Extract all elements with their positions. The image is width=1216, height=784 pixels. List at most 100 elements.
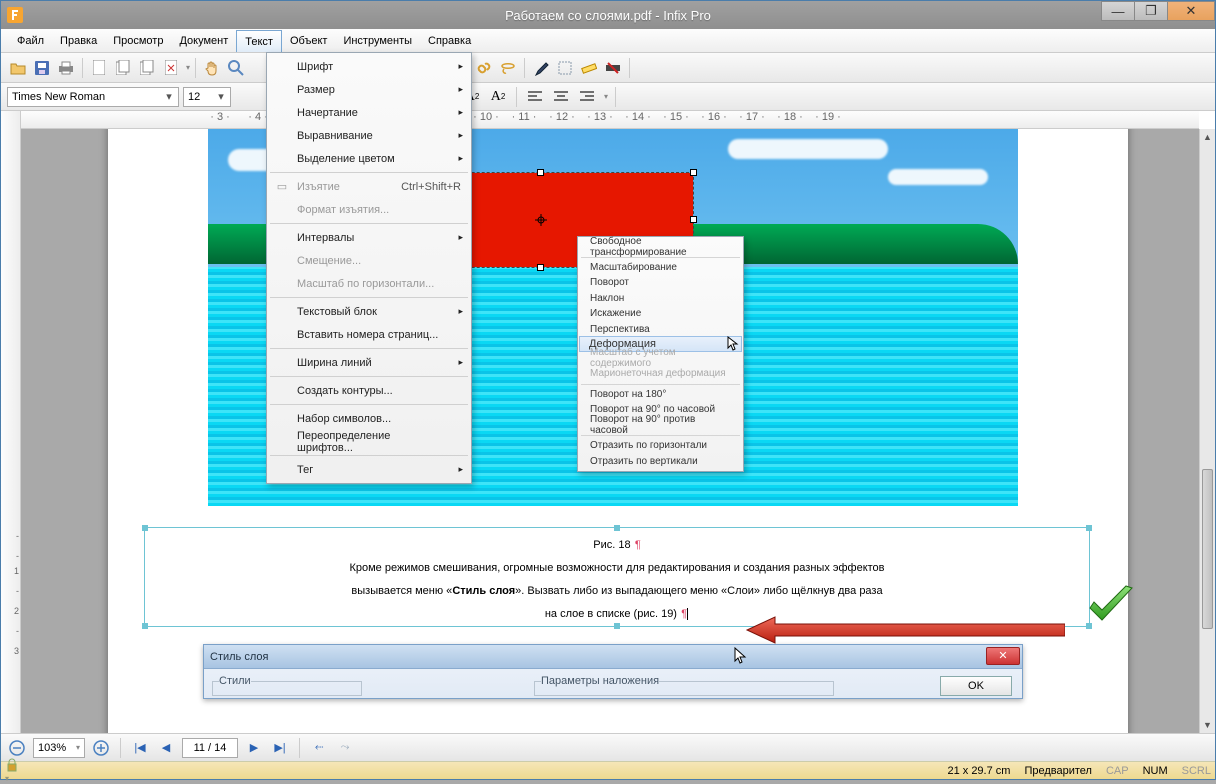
next-page-button[interactable]: ▶	[244, 738, 264, 758]
menu-spacing[interactable]: Интервалы▸	[269, 226, 469, 249]
menu-style[interactable]: Начертание▸	[269, 101, 469, 124]
chevron-down-icon: ▾	[214, 90, 228, 103]
transform-center-icon	[535, 214, 547, 226]
measure-icon[interactable]	[578, 57, 600, 79]
menu-document[interactable]: Документ	[171, 29, 236, 52]
menu-linewidth[interactable]: Ширина линий▸	[269, 351, 469, 374]
close-button[interactable]: ✕	[1167, 1, 1215, 21]
cursor-icon	[727, 336, 739, 352]
ctx-rot90ccw[interactable]: Поворот на 90° против часовой	[580, 418, 741, 434]
open-icon[interactable]	[7, 57, 29, 79]
copy-icon[interactable]	[112, 57, 134, 79]
paste-icon[interactable]	[160, 57, 182, 79]
font-size-combo[interactable]: 12 ▾	[183, 87, 231, 107]
ctx-content-scale: Масштаб с учетом содержимого	[580, 351, 741, 367]
menu-size[interactable]: Размер▸	[269, 78, 469, 101]
eyedropper-icon[interactable]	[530, 57, 552, 79]
scroll-thumb[interactable]	[1202, 469, 1213, 629]
menu-charset[interactable]: Набор символов...	[269, 407, 469, 430]
titlebar: Работаем со слоями.pdf - Infix Pro — ❐ ✕	[1, 1, 1215, 29]
menu-offset: Смещение...	[269, 249, 469, 272]
text-frame[interactable]: Рис. 18 ¶ Кроме режимов смешивания, огро…	[144, 527, 1090, 627]
chevron-down-icon: ▾	[162, 90, 176, 103]
font-size-value: 12	[188, 91, 200, 103]
cursor-icon	[734, 647, 748, 665]
link-tool-icon[interactable]	[473, 57, 495, 79]
menu-edit[interactable]: Правка	[52, 29, 105, 52]
ctx-rot180[interactable]: Поворот на 180°	[580, 387, 741, 403]
zoom-tool-icon[interactable]	[225, 57, 247, 79]
font-toolbar: Times New Roman ▾ 12 ▾ A2 A2 ▾	[1, 83, 1215, 111]
nav-back-button[interactable]: ⬸	[309, 738, 329, 758]
window-title: Работаем со слоями.pdf - Infix Pro	[505, 8, 711, 23]
align-left-icon[interactable]	[524, 86, 546, 108]
chevron-down-icon[interactable]: ▾	[604, 92, 608, 101]
align-right-icon[interactable]	[576, 86, 598, 108]
app-icon	[5, 5, 25, 25]
nav-forward-button[interactable]: ⤳	[335, 738, 355, 758]
page-dimensions: 21 x 29.7 cm	[947, 765, 1010, 777]
ctx-skew[interactable]: Наклон	[580, 291, 741, 307]
menu-highlight[interactable]: Выделение цветом▸	[269, 147, 469, 170]
newpage-icon[interactable]	[88, 57, 110, 79]
print-icon[interactable]	[55, 57, 77, 79]
menu-textblock[interactable]: Текстовый блок▸	[269, 300, 469, 323]
ctx-free-transform[interactable]: Свободное трансформирование	[580, 239, 741, 255]
subscript-icon[interactable]: A2	[487, 86, 509, 108]
menu-tools[interactable]: Инструменты	[335, 29, 420, 52]
ctx-fliph[interactable]: Отразить по горизонтали	[580, 438, 741, 454]
scroll-up-icon[interactable]: ▲	[1200, 129, 1215, 145]
first-page-button[interactable]: |◀	[130, 738, 150, 758]
prev-page-button[interactable]: ◀	[156, 738, 176, 758]
menu-pagenum[interactable]: Вставить номера страниц...	[269, 323, 469, 346]
menu-text[interactable]: Текст	[236, 30, 282, 52]
ctx-distort[interactable]: Искажение	[580, 306, 741, 322]
zoom-in-button[interactable]	[91, 738, 111, 758]
menu-view[interactable]: Просмотр	[105, 29, 171, 52]
menubar: Файл Правка Просмотр Документ Текст Объе…	[1, 29, 1215, 53]
menu-file[interactable]: Файл	[9, 29, 52, 52]
zoom-out-button[interactable]	[7, 738, 27, 758]
dialog-close-icon: ✕	[986, 647, 1020, 665]
page-number-field[interactable]: 11 / 14	[182, 738, 238, 758]
maximize-button[interactable]: ❐	[1134, 1, 1168, 21]
menu-help[interactable]: Справка	[420, 29, 479, 52]
menu-tag[interactable]: Тег▸	[269, 458, 469, 481]
font-family-combo[interactable]: Times New Roman ▾	[7, 87, 179, 107]
annotation-arrow	[745, 615, 1065, 645]
vertical-scrollbar[interactable]: ▲ ▼	[1199, 129, 1215, 733]
statusbar: 103%▾ |◀ ◀ 11 / 14 ▶ ▶| ⬸ ⤳	[1, 733, 1215, 761]
menu-outlines[interactable]: Создать контуры...	[269, 379, 469, 402]
status-scrl: SCRL	[1182, 765, 1211, 777]
redact-icon: ▭	[273, 180, 291, 193]
hand-tool-icon[interactable]	[201, 57, 223, 79]
align-center-icon[interactable]	[550, 86, 572, 108]
status-cap: CAP	[1106, 765, 1129, 777]
crop-tool-icon[interactable]	[554, 57, 576, 79]
status-num: NUM	[1143, 765, 1168, 777]
dropdown-arrow-icon[interactable]: ▾	[186, 63, 190, 72]
lasso-tool-icon[interactable]	[497, 57, 519, 79]
save-icon[interactable]	[31, 57, 53, 79]
ctx-puppet: Марионеточная деформация	[580, 366, 741, 382]
ctx-flipv[interactable]: Отразить по вертикали	[580, 454, 741, 470]
scroll-down-icon[interactable]: ▼	[1200, 717, 1215, 733]
main-toolbar: ▾	[1, 53, 1215, 83]
menu-object[interactable]: Объект	[282, 29, 335, 52]
ctx-perspective[interactable]: Перспектива	[580, 322, 741, 338]
redact-tool-icon[interactable]	[602, 57, 624, 79]
last-page-button[interactable]: ▶|	[270, 738, 290, 758]
text-menu-dropdown: Шрифт▸ Размер▸ Начертание▸ Выравнивание▸…	[266, 52, 472, 484]
cut-icon[interactable]	[136, 57, 158, 79]
caption-text: Рис. 18	[593, 539, 630, 551]
ctx-rotate[interactable]: Поворот	[580, 275, 741, 291]
minimize-button[interactable]: —	[1101, 1, 1135, 21]
zoom-combo[interactable]: 103%▾	[33, 738, 85, 758]
menu-align[interactable]: Выравнивание▸	[269, 124, 469, 147]
ctx-scale[interactable]: Масштабирование	[580, 260, 741, 276]
menu-fontremap[interactable]: Переопределение шрифтов...	[269, 430, 469, 453]
menu-font[interactable]: Шрифт▸	[269, 55, 469, 78]
horizontal-ruler: · 3 ·· 4 ·· 5 ·· 6 ·· 7 ·· 8 ·· 9 ·· 10 …	[21, 111, 1199, 129]
menu-redact: ▭ИзъятиеCtrl+Shift+R	[269, 175, 469, 198]
annotation-checkmark	[1086, 584, 1136, 628]
